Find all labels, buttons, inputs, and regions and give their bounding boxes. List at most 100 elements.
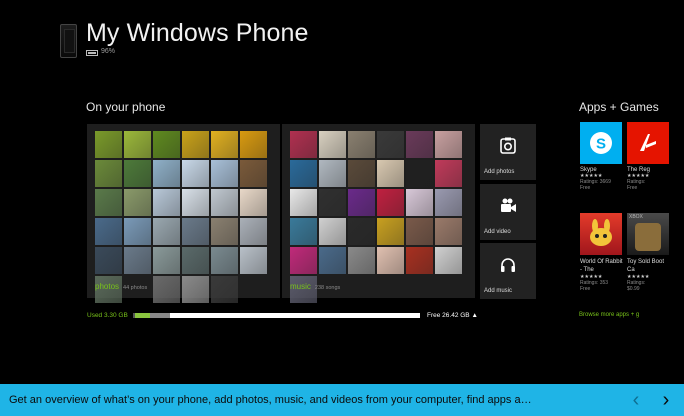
album-thumbnail: [377, 131, 404, 158]
photo-thumbnail: [182, 189, 209, 216]
photo-thumbnail: [211, 247, 238, 274]
camera-icon: [499, 137, 517, 155]
add-video-label: Add video: [484, 229, 511, 235]
photo-thumbnail: [182, 160, 209, 187]
album-thumbnail: [319, 131, 346, 158]
app-name: Toy Sold Boot Ca: [627, 259, 665, 273]
music-count: 238 songs: [314, 285, 341, 291]
add-photos-label: Add photos: [484, 169, 515, 175]
photo-thumbnail: [240, 276, 267, 303]
photo-thumbnail: [211, 131, 238, 158]
photo-thumbnail: [182, 131, 209, 158]
album-thumbnail: [319, 160, 346, 187]
svg-text:S: S: [596, 136, 606, 153]
prev-button[interactable]: ‹: [625, 386, 647, 414]
album-thumbnail: [377, 218, 404, 245]
album-thumbnail: [377, 160, 404, 187]
app-price: $0.99: [627, 286, 640, 292]
album-thumbnail: [290, 218, 317, 245]
add-photos-button[interactable]: Add photos: [480, 124, 536, 180]
music-label: music: [290, 282, 311, 291]
album-thumbnail: [377, 247, 404, 274]
album-thumbnail: [406, 189, 433, 216]
photo-thumbnail: [153, 276, 180, 303]
album-thumbnail: [290, 131, 317, 158]
album-thumbnail: [319, 189, 346, 216]
app-tile-the-reg[interactable]: The Reg ★★★★★ Ratings: Free: [627, 122, 684, 191]
album-thumbnail: [406, 131, 433, 158]
photo-thumbnail: [124, 131, 151, 158]
photo-thumbnail: [95, 218, 122, 245]
skype-app-icon: S: [580, 122, 622, 164]
app-price: Free: [580, 185, 591, 191]
photo-thumbnail: [95, 189, 122, 216]
photo-thumbnail-grid: [95, 131, 267, 303]
album-thumbnail: [348, 160, 375, 187]
add-music-label: Add music: [484, 288, 513, 294]
album-thumbnail: [406, 160, 433, 187]
app-name: World Of Rabbit - The: [580, 259, 623, 273]
album-thumbnail: [377, 189, 404, 216]
photo-thumbnail: [211, 189, 238, 216]
photos-tile-label: photos 44 photos: [95, 282, 147, 291]
add-video-button[interactable]: Add video: [480, 184, 536, 240]
section-title: On your phone: [86, 100, 166, 114]
photos-label: photos: [95, 282, 120, 291]
album-thumbnail: [348, 218, 375, 245]
info-bar-text: Get an overview of what’s on your phone,…: [9, 394, 532, 406]
page-title: My Windows Phone: [86, 19, 309, 47]
photo-thumbnail: [240, 218, 267, 245]
photo-thumbnail: [240, 189, 267, 216]
photo-thumbnail: [240, 247, 267, 274]
photos-tile[interactable]: photos 44 photos: [87, 124, 280, 303]
storage-used-segment: [135, 313, 150, 318]
app-price: Free: [627, 185, 638, 191]
album-thumbnail: [377, 276, 404, 303]
photo-thumbnail: [95, 247, 122, 274]
album-thumbnail: [290, 189, 317, 216]
photo-thumbnail: [153, 131, 180, 158]
album-thumbnail: [435, 247, 462, 274]
album-thumbnail: [348, 189, 375, 216]
album-thumbnail: [319, 218, 346, 245]
photo-thumbnail: [240, 131, 267, 158]
album-thumbnail: [290, 160, 317, 187]
music-tile-label: music 238 songs: [290, 282, 340, 291]
photo-thumbnail: [182, 247, 209, 274]
photo-thumbnail: [124, 218, 151, 245]
storage-free-label[interactable]: Free 26.42 GB ▲: [427, 312, 478, 319]
photos-count: 44 photos: [123, 285, 148, 291]
app-tile-world-of-rabbit[interactable]: World Of Rabbit - The ★★★★★ Ratings: 353…: [580, 213, 624, 292]
album-thumbnail: [319, 247, 346, 274]
photo-thumbnail: [211, 276, 238, 303]
photo-thumbnail: [153, 189, 180, 216]
photo-thumbnail: [95, 131, 122, 158]
battery-icon: [86, 50, 98, 56]
photo-thumbnail: [182, 218, 209, 245]
toy-soldiers-app-icon: XBOX: [627, 213, 669, 255]
album-thumbnail: [348, 131, 375, 158]
storage-bar: [133, 313, 420, 318]
app-tile-skype[interactable]: S Skype ★★★★★ Ratings: 3669 Free: [580, 122, 622, 191]
app-price: Free: [580, 286, 591, 292]
photo-thumbnail: [153, 218, 180, 245]
photo-thumbnail: [240, 160, 267, 187]
next-button[interactable]: ›: [655, 386, 677, 414]
apps-section-title[interactable]: Apps + Games: [579, 100, 659, 114]
album-thumbnail: [435, 218, 462, 245]
photo-thumbnail: [153, 247, 180, 274]
album-thumbnail: [406, 276, 433, 303]
add-music-button[interactable]: Add music: [480, 243, 536, 299]
album-thumbnail: [290, 247, 317, 274]
rabbit-app-icon: [580, 213, 622, 255]
video-camera-icon: [499, 197, 517, 215]
album-thumbnail: [348, 247, 375, 274]
music-tile[interactable]: music 238 songs: [282, 124, 475, 303]
photo-thumbnail: [182, 276, 209, 303]
album-thumbnail: [435, 189, 462, 216]
album-thumbnail: [348, 276, 375, 303]
app-tile-toy-soldiers[interactable]: XBOX Toy Sold Boot Ca ★★★★★ Ratings: $0.…: [627, 213, 684, 292]
browse-more-apps-link[interactable]: Browse more apps + g: [579, 312, 639, 318]
album-thumbnail: [435, 160, 462, 187]
photo-thumbnail: [95, 160, 122, 187]
